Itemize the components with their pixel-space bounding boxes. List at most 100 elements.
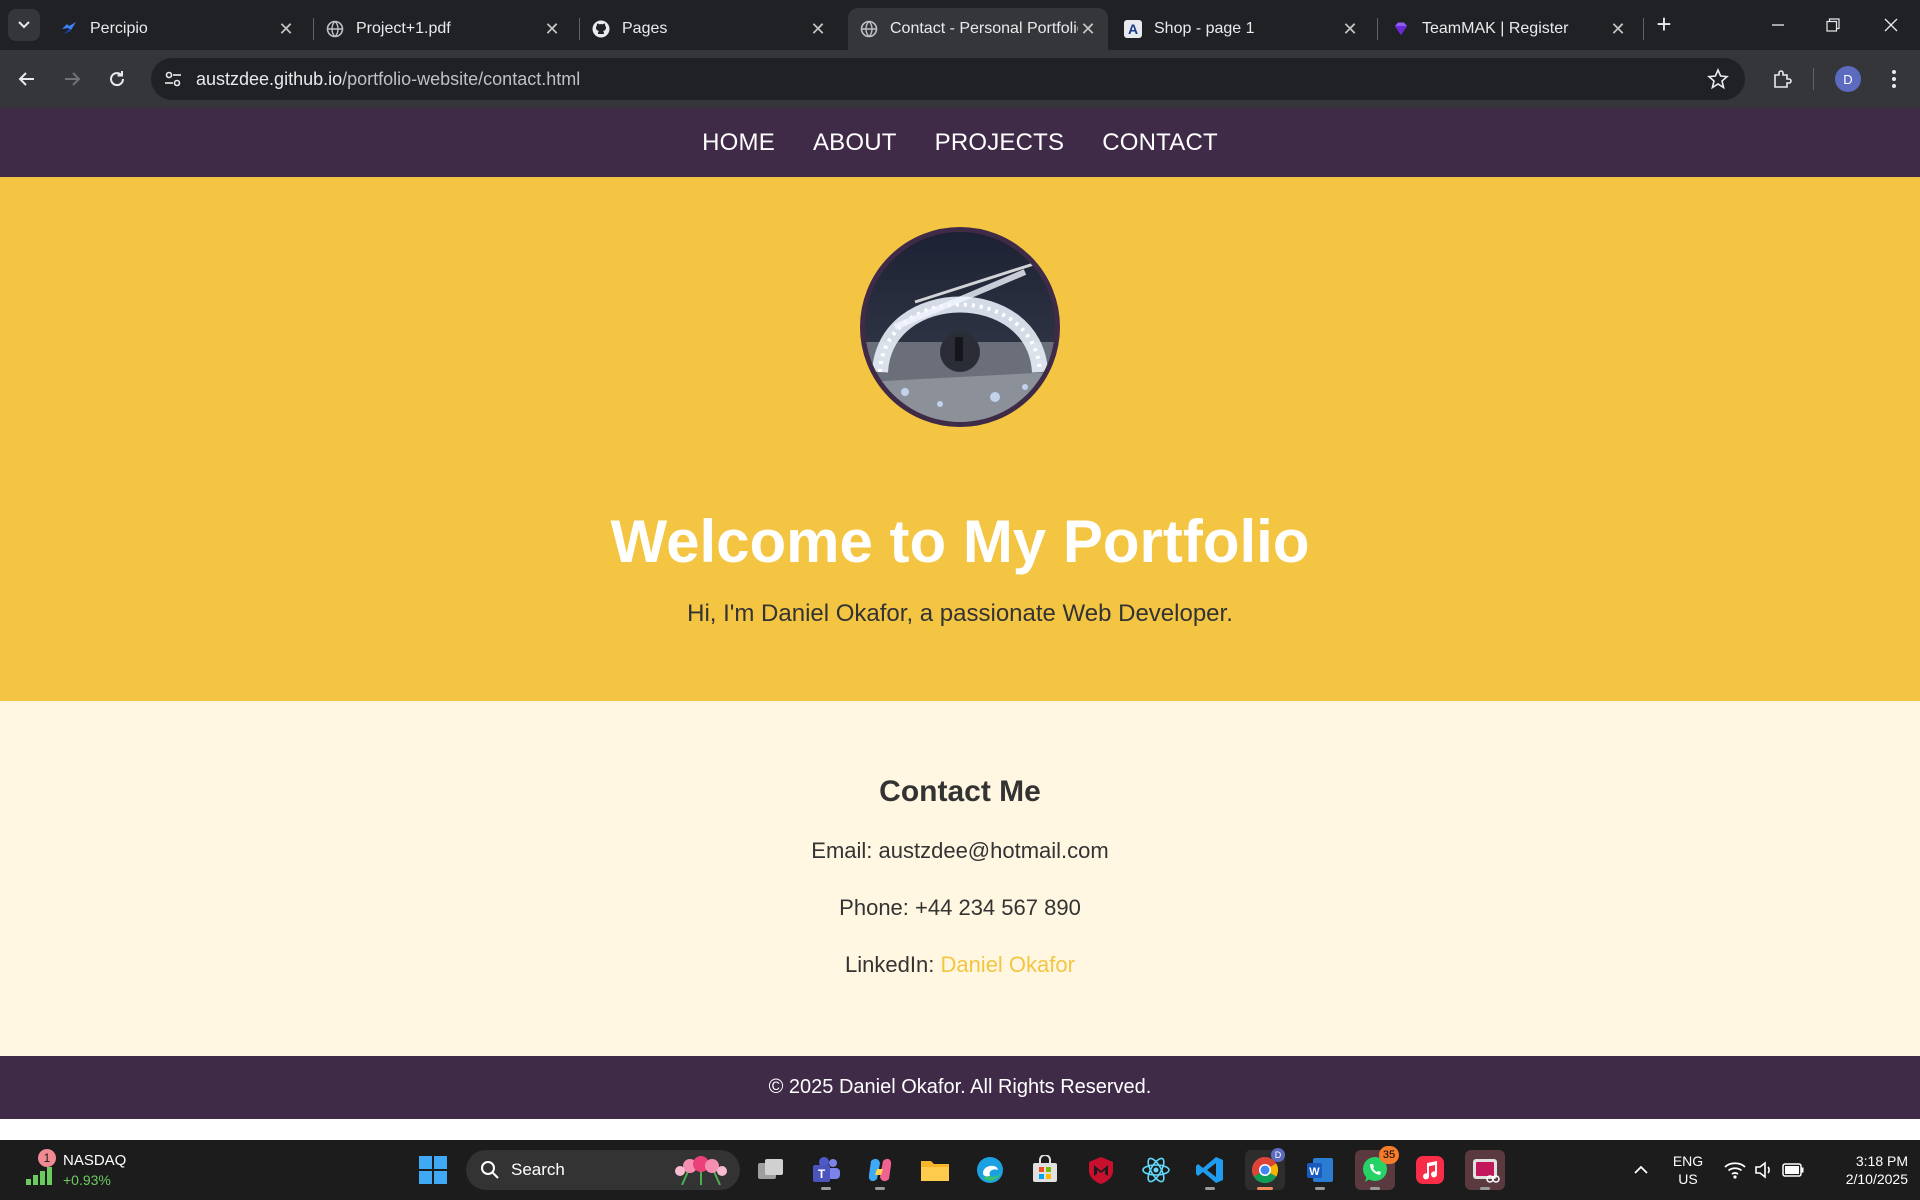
store-icon xyxy=(1033,1155,1057,1182)
svg-text:T: T xyxy=(818,1167,826,1181)
language-indicator[interactable]: ENG US xyxy=(1663,1152,1713,1188)
taskbar-mcafee[interactable] xyxy=(1081,1150,1121,1190)
taskbar-react-devtools[interactable] xyxy=(1136,1150,1176,1190)
restore-icon xyxy=(1826,18,1840,32)
tab-percipio[interactable]: Percipio ✕ xyxy=(48,8,306,50)
quick-settings-button[interactable] xyxy=(1714,1150,1814,1190)
close-window-button[interactable] xyxy=(1871,10,1911,40)
extensions-button[interactable] xyxy=(1768,65,1796,93)
close-icon[interactable]: ✕ xyxy=(276,19,296,40)
windows-icon xyxy=(419,1156,447,1184)
snipping-tool-icon xyxy=(1473,1159,1500,1183)
tab-pages[interactable]: Pages ✕ xyxy=(580,8,838,50)
clock[interactable]: 3:18 PM 2/10/2025 xyxy=(1818,1152,1908,1188)
contact-email: Email: austzdee@hotmail.com xyxy=(0,838,1920,864)
taskbar-copilot[interactable] xyxy=(860,1150,900,1190)
chevron-up-icon xyxy=(1634,1165,1648,1174)
taskbar-snipping-tool[interactable] xyxy=(1465,1150,1505,1190)
profile-button[interactable]: D xyxy=(1834,65,1862,93)
taskbar-search[interactable]: Search xyxy=(466,1150,740,1190)
teams-icon: T xyxy=(813,1157,840,1182)
show-hidden-icons-button[interactable] xyxy=(1621,1150,1661,1190)
vscode-icon xyxy=(1196,1157,1223,1183)
hero-subtitle: Hi, I'm Daniel Okafor, a passionate Web … xyxy=(687,600,1233,627)
reload-icon xyxy=(110,71,125,87)
taskbar-whatsapp[interactable]: 35 xyxy=(1355,1146,1399,1190)
nav-link-home[interactable]: HOME xyxy=(702,129,775,157)
tab-search-button[interactable] xyxy=(8,9,40,41)
tab-teammak[interactable]: TeamMAK | Register ✕ xyxy=(1380,8,1638,50)
tab-project-pdf[interactable]: Project+1.pdf ✕ xyxy=(314,8,572,50)
email-value: austzdee@hotmail.com xyxy=(878,838,1109,863)
tab-title: Contact - Personal Portfolio xyxy=(890,20,1078,37)
contact-section: Contact Me Email: austzdee@hotmail.com P… xyxy=(0,701,1920,1056)
notification-badge: 1 xyxy=(38,1149,56,1167)
nav-link-projects[interactable]: PROJECTS xyxy=(935,129,1065,157)
taskbar: 1 NASDAQ +0.93% Search T D W 35 ENG US 3… xyxy=(0,1140,1920,1200)
close-icon[interactable]: ✕ xyxy=(542,19,562,40)
edge-icon xyxy=(977,1157,1003,1183)
minimize-button[interactable] xyxy=(1758,10,1798,40)
site-nav: HOME ABOUT PROJECTS CONTACT xyxy=(0,108,1920,177)
battery-icon xyxy=(1782,1163,1804,1177)
avatar: D xyxy=(1835,66,1861,92)
close-icon[interactable]: ✕ xyxy=(1608,19,1628,40)
running-indicator xyxy=(1370,1187,1380,1190)
close-icon[interactable]: ✕ xyxy=(808,19,828,40)
taskbar-vscode[interactable] xyxy=(1190,1150,1230,1190)
tab-divider xyxy=(1643,18,1644,40)
new-tab-button[interactable]: + xyxy=(1651,9,1677,39)
running-indicator xyxy=(1480,1187,1490,1190)
arrow-right-icon xyxy=(65,72,81,86)
site-footer: © 2025 Daniel Okafor. All Rights Reserve… xyxy=(0,1056,1920,1119)
task-view-button[interactable] xyxy=(751,1150,791,1190)
gem-icon xyxy=(1392,20,1410,38)
plus-icon: + xyxy=(1656,9,1672,39)
taskbar-word[interactable]: W xyxy=(1300,1150,1340,1190)
running-indicator xyxy=(1315,1187,1325,1190)
taskbar-apple-music[interactable] xyxy=(1410,1150,1450,1190)
page-viewport: HOME ABOUT PROJECTS CONTACT Welcome to M… xyxy=(0,108,1920,1140)
nav-link-about[interactable]: ABOUT xyxy=(813,129,897,157)
keyboard-layout: US xyxy=(1678,1171,1698,1187)
toolbar-divider xyxy=(1813,68,1814,90)
taskbar-edge[interactable] xyxy=(970,1150,1010,1190)
address-bar[interactable]: austzdee.github.io/portfolio-website/con… xyxy=(151,58,1745,100)
search-label: Search xyxy=(511,1160,565,1179)
forward-button[interactable] xyxy=(57,64,87,94)
footer-copyright: © 2025 Daniel Okafor. All Rights Reserve… xyxy=(768,1076,1152,1098)
browser-menu-button[interactable] xyxy=(1880,65,1908,93)
clock-date: 2/10/2025 xyxy=(1845,1171,1908,1187)
nav-link-contact[interactable]: CONTACT xyxy=(1102,129,1218,157)
star-icon[interactable] xyxy=(1707,67,1729,90)
minimize-icon xyxy=(1772,24,1784,26)
close-icon[interactable]: ✕ xyxy=(1078,19,1098,40)
running-indicator xyxy=(875,1187,885,1190)
close-icon[interactable]: ✕ xyxy=(1340,19,1360,40)
browser-toolbar: austzdee.github.io/portfolio-website/con… xyxy=(0,50,1920,108)
tab-shop[interactable]: A Shop - page 1 ✕ xyxy=(1112,8,1370,50)
stock-widget[interactable]: 1 NASDAQ +0.93% xyxy=(24,1149,134,1193)
linkedin-link[interactable]: Daniel Okafor xyxy=(940,952,1075,977)
start-button[interactable] xyxy=(413,1150,453,1190)
chevron-down-icon xyxy=(18,21,30,29)
taskbar-file-explorer[interactable] xyxy=(915,1150,955,1190)
phone-value: +44 234 567 890 xyxy=(915,895,1081,920)
restore-button[interactable] xyxy=(1813,10,1853,40)
running-indicator xyxy=(821,1187,831,1190)
arrow-left-icon xyxy=(18,72,34,86)
stock-change: +0.93% xyxy=(63,1172,111,1188)
globe-icon xyxy=(860,20,878,38)
hero-section: Welcome to My Portfolio Hi, I'm Daniel O… xyxy=(0,177,1920,701)
tab-contact-portfolio[interactable]: Contact - Personal Portfolio ✕ xyxy=(848,8,1108,50)
site-info-icon[interactable] xyxy=(161,67,185,91)
stock-name: NASDAQ xyxy=(63,1152,127,1169)
volume-icon xyxy=(1755,1161,1770,1179)
taskbar-store[interactable] xyxy=(1025,1150,1065,1190)
taskbar-teams[interactable]: T xyxy=(806,1150,846,1190)
close-icon xyxy=(1884,18,1898,32)
taskbar-chrome[interactable]: D xyxy=(1245,1148,1285,1190)
reload-button[interactable] xyxy=(102,64,132,94)
phone-label: Phone: xyxy=(839,895,909,920)
back-button[interactable] xyxy=(12,64,42,94)
